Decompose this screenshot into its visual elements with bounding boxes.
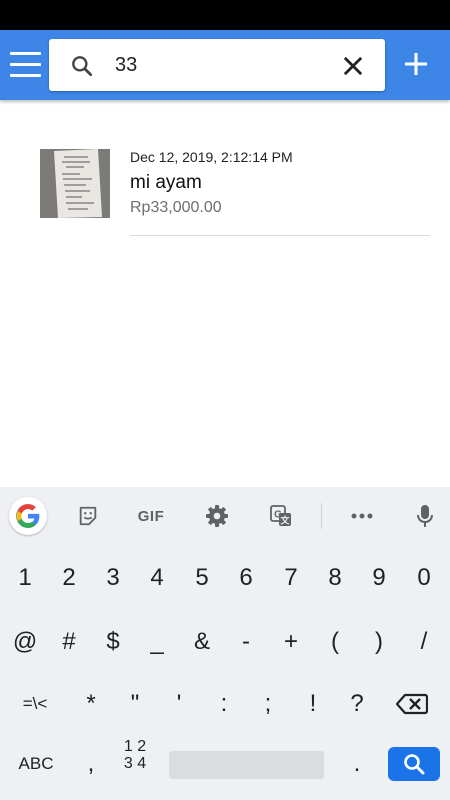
gif-button[interactable]: GIF <box>132 499 170 533</box>
key-asterisk[interactable]: * <box>69 675 113 733</box>
menu-button[interactable] <box>6 42 46 88</box>
numpad-toggle-top: 1 2 <box>123 738 147 755</box>
key-question[interactable]: ? <box>335 675 379 733</box>
google-icon[interactable] <box>9 497 47 535</box>
key-row-numbers: 1 2 3 4 5 6 7 8 9 0 <box>0 549 450 607</box>
list-item[interactable]: Dec 12, 2019, 2:12:14 PM mi ayam Rp33,00… <box>0 100 450 240</box>
key-close-paren[interactable]: ) <box>357 613 401 671</box>
key-open-paren[interactable]: ( <box>313 613 357 671</box>
key-underscore[interactable]: _ <box>135 613 179 671</box>
entry-date: Dec 12, 2019, 2:12:14 PM <box>130 149 293 165</box>
keyboard: GIF G 文 1 2 3 4 5 6 7 8 9 0 @ # $ _ & - … <box>0 487 450 800</box>
key-row-bottom: ABC , 1 2 3 4 . <box>0 735 450 793</box>
backspace-icon <box>396 693 428 715</box>
key-semicolon[interactable]: ; <box>246 675 290 733</box>
search-icon <box>404 754 425 775</box>
key-plus[interactable]: + <box>269 613 313 671</box>
key-hash[interactable]: # <box>47 613 91 671</box>
settings-gear-icon[interactable] <box>200 499 234 533</box>
menu-icon-bar <box>10 52 41 55</box>
key-9[interactable]: 9 <box>357 549 401 607</box>
clear-search-icon[interactable] <box>339 52 367 80</box>
divider <box>130 235 430 236</box>
abc-key[interactable]: ABC <box>8 735 64 793</box>
key-dollar[interactable]: $ <box>91 613 135 671</box>
key-1[interactable]: 1 <box>3 549 47 607</box>
menu-icon-bar <box>10 63 41 66</box>
more-options-icon[interactable] <box>345 499 379 533</box>
key-exclamation[interactable]: ! <box>291 675 335 733</box>
key-3[interactable]: 3 <box>91 549 135 607</box>
keyboard-toolbar: GIF G 文 <box>0 487 450 545</box>
entry-title: mi ayam <box>130 172 202 193</box>
key-8[interactable]: 8 <box>313 549 357 607</box>
numpad-toggle-bottom: 3 4 <box>123 755 147 772</box>
toolbar-divider <box>321 503 322 529</box>
key-row-symbols-1: @ # $ _ & - + ( ) / <box>0 613 450 671</box>
search-icon <box>72 56 93 77</box>
key-colon[interactable]: : <box>202 675 246 733</box>
key-7[interactable]: 7 <box>269 549 313 607</box>
key-comma[interactable]: , <box>69 735 113 793</box>
key-single-quote[interactable]: ' <box>157 675 201 733</box>
entry-amount: Rp33,000.00 <box>130 199 222 216</box>
key-more-symbols[interactable]: =\< <box>13 675 57 733</box>
backspace-key[interactable] <box>390 675 434 733</box>
numpad-toggle-key[interactable]: 1 2 3 4 <box>113 738 157 790</box>
microphone-icon[interactable] <box>408 499 442 533</box>
menu-icon-bar <box>10 74 41 77</box>
receipt-thumbnail <box>40 149 110 218</box>
key-minus[interactable]: - <box>224 613 268 671</box>
key-5[interactable]: 5 <box>180 549 224 607</box>
search-input[interactable] <box>115 49 325 81</box>
key-6[interactable]: 6 <box>224 549 268 607</box>
svg-text:文: 文 <box>279 515 290 526</box>
entry-list: Dec 12, 2019, 2:12:14 PM mi ayam Rp33,00… <box>0 100 450 240</box>
key-double-quote[interactable]: " <box>113 675 157 733</box>
key-4[interactable]: 4 <box>135 549 179 607</box>
status-bar <box>0 0 450 30</box>
key-period[interactable]: . <box>335 735 379 793</box>
key-slash[interactable]: / <box>402 613 446 671</box>
add-icon[interactable] <box>398 46 434 82</box>
translate-icon[interactable]: G 文 <box>264 499 298 533</box>
app-bar <box>0 30 450 100</box>
key-row-symbols-2: =\< * " ' : ; ! ? <box>0 675 450 733</box>
sticker-icon[interactable] <box>71 499 105 533</box>
key-2[interactable]: 2 <box>47 549 91 607</box>
key-at[interactable]: @ <box>3 613 47 671</box>
search-box[interactable] <box>49 39 385 91</box>
search-enter-key[interactable] <box>388 747 440 781</box>
key-0[interactable]: 0 <box>402 549 446 607</box>
space-key[interactable] <box>169 751 324 779</box>
key-ampersand[interactable]: & <box>180 613 224 671</box>
